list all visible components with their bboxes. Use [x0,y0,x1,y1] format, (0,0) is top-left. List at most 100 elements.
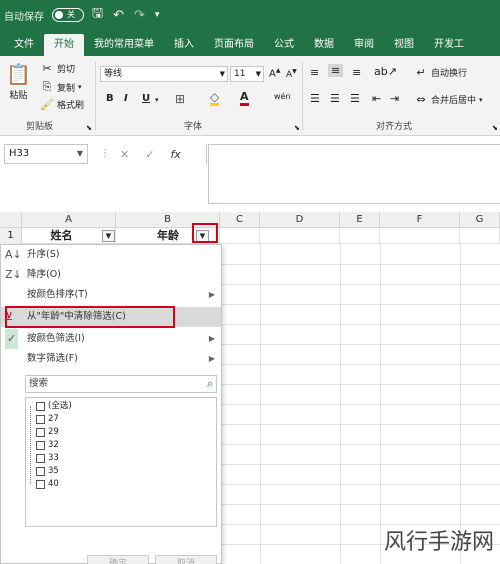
checkmark-icon: ✓ [5,329,19,349]
cell-c1[interactable] [220,228,260,244]
font-color-icon[interactable]: A [240,91,249,106]
cancel-button[interactable]: 取消 [155,555,217,564]
italic-button[interactable]: I [124,93,128,104]
checkbox[interactable] [36,415,45,424]
wrap-text-button[interactable]: ↵ 自动换行 [414,66,467,79]
select-all-corner[interactable] [0,212,22,228]
chevron-down-icon: ▼ [255,70,261,78]
save-icon[interactable]: 🖫 [92,4,103,26]
underline-button[interactable]: U [142,93,150,104]
column-header-f[interactable]: F [380,212,460,228]
cell-e1[interactable] [340,228,380,244]
menu-sort-ascending[interactable]: A↓ 升序(S) [1,245,221,265]
tab-formulas[interactable]: 公式 [264,34,304,56]
bold-button[interactable]: B [106,93,114,104]
ok-button[interactable]: 确定 [87,555,149,564]
chevron-down-icon: ▼ [219,70,225,78]
checkbox[interactable] [36,467,45,476]
grow-font-icon[interactable]: A▲ [269,67,280,79]
checkbox[interactable] [36,402,45,411]
list-item[interactable]: 40 [36,478,59,491]
more-icon: ⋮ [100,148,110,159]
tab-review[interactable]: 审阅 [344,34,384,56]
shrink-font-icon[interactable]: A▼ [286,68,297,80]
decrease-indent-icon[interactable]: ⇤ [372,92,381,105]
brush-icon: 🖌 [40,98,54,111]
borders-icon[interactable]: ⊞ [175,92,185,106]
dialog-launcher-icon[interactable]: ⬊ [294,124,300,132]
checkbox[interactable] [36,428,45,437]
align-left-icon[interactable]: ☰ [310,92,320,105]
insert-function-icon[interactable]: fx [170,148,180,161]
menu-filter-by-color[interactable]: ✓ 按颜色筛选(I) ▶ [1,329,221,349]
tab-file[interactable]: 文件 [4,34,44,56]
alignment-group-label: 对齐方式 [376,122,413,132]
tab-data[interactable]: 数据 [304,34,344,56]
column-header-e[interactable]: E [340,212,380,228]
list-item-select-all[interactable]: (全选) [36,400,72,413]
underline-dropdown-icon[interactable]: ▾ [155,96,159,104]
list-item[interactable]: 27 [36,413,59,426]
checkbox[interactable] [36,480,45,489]
format-painter-button[interactable]: 🖌 格式刷 [40,98,84,111]
menu-number-filters[interactable]: 数字筛选(F) ▶ [1,349,221,369]
formula-buttons: ✕ ✓ fx [112,144,207,164]
quick-access-toolbar: 🖫 ↶ ↷ ▾ [92,4,159,26]
align-top-icon[interactable]: ≡ [310,66,319,79]
cancel-icon[interactable]: ✕ [120,148,129,161]
column-header-a[interactable]: A [22,212,116,228]
tab-home[interactable]: 开始 [44,34,84,56]
increase-indent-icon[interactable]: ⇥ [390,92,399,105]
align-bottom-icon[interactable]: ≡ [352,66,361,79]
column-header-c[interactable]: C [220,212,260,228]
align-center-icon[interactable]: ☰ [330,92,340,105]
clear-filter-highlight-box [5,306,175,328]
row-header-1[interactable]: 1 [0,228,22,244]
column-header-g[interactable]: G [460,212,500,228]
checkbox[interactable] [36,441,45,450]
copy-button[interactable]: ⎘ 复制 ▾ [40,80,82,94]
filter-dropdown-a[interactable]: ▼ [102,230,115,242]
redo-icon[interactable]: ↷ [134,8,145,23]
list-item[interactable]: 35 [36,465,59,478]
align-right-icon[interactable]: ☰ [350,92,360,105]
filter-search-input[interactable]: 搜索 ⌕ [25,375,217,393]
list-item[interactable]: 29 [36,426,59,439]
enter-icon[interactable]: ✓ [145,148,154,161]
phonetic-icon[interactable]: wén [274,92,291,101]
search-icon: ⌕ [206,377,213,390]
dialog-launcher-icon[interactable]: ⬊ [86,124,92,132]
checkbox[interactable] [36,454,45,463]
chevron-down-icon: ▼ [76,149,83,158]
tab-view[interactable]: 视图 [384,34,424,56]
cell-g1[interactable] [460,228,500,244]
tab-favorites[interactable]: 我的常用菜单 [84,34,164,56]
font-size-combo[interactable]: 11 ▼ [230,66,264,82]
tab-developer[interactable]: 开发工 [424,34,474,56]
orientation-icon[interactable]: ab↗ [374,65,397,78]
paste-button[interactable]: 📋 粘贴 [6,62,31,101]
cell-f1[interactable] [380,228,460,244]
align-middle-icon[interactable]: ≡ [328,64,344,77]
column-header-d[interactable]: D [260,212,340,228]
filter-menu: A↓ 升序(S) Z↓ 降序(O) 按颜色排序(T) ▶ ⊻ 从"年龄"中清除筛选(C)… [0,244,222,564]
copy-icon: ⎘ [42,80,52,93]
cut-button[interactable]: ✂ 剪切 [40,62,75,75]
list-item[interactable]: 32 [36,439,59,452]
dialog-launcher-icon[interactable]: ⬊ [492,124,498,132]
autosave-toggle[interactable]: 关 [52,8,84,22]
menu-sort-by-color[interactable]: 按颜色排序(T) ▶ [1,285,221,305]
cell-d1[interactable] [260,228,340,244]
formula-input[interactable] [208,144,500,204]
menu-sort-descending[interactable]: Z↓ 降序(O) [1,265,221,285]
undo-icon[interactable]: ↶ [113,8,124,23]
sort-descending-icon: Z↓ [5,268,22,281]
merge-center-button[interactable]: ⇔ 合并后居中 ▾ [414,93,482,106]
font-name-combo[interactable]: 等线 ▼ [100,66,228,82]
name-box[interactable]: H33 ▼ [4,144,88,164]
tab-insert[interactable]: 插入 [164,34,204,56]
customize-qat-icon[interactable]: ▾ [155,10,160,20]
fill-color-icon[interactable]: ◇ [210,91,220,106]
list-item[interactable]: 33 [36,452,59,465]
tab-page-layout[interactable]: 页面布局 [204,34,264,56]
